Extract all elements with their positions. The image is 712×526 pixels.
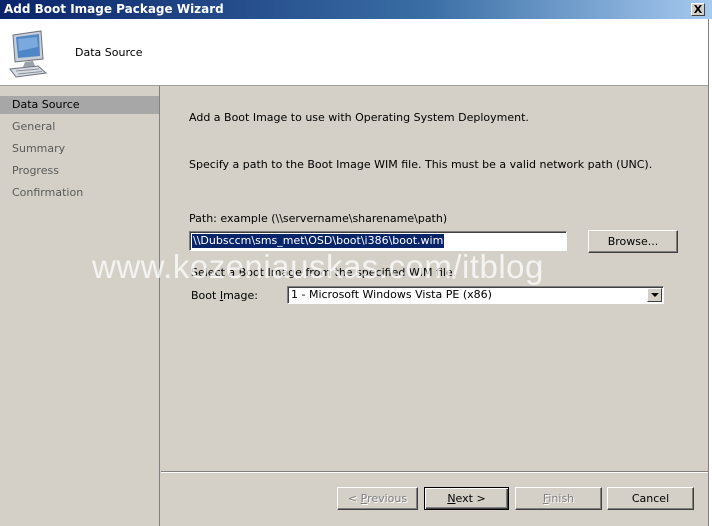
boot-image-label-pre: Boot xyxy=(191,289,220,302)
sidebar-item-general[interactable]: General xyxy=(0,118,159,136)
path-input-value: \\Dubsccm\sms_met\OSD\boot\i386\boot.wim xyxy=(192,234,445,248)
cancel-button-label: Cancel xyxy=(631,492,670,505)
cancel-button[interactable]: Cancel xyxy=(607,487,694,510)
wizard-header: Data Source xyxy=(0,19,708,86)
boot-image-label: Boot Image: xyxy=(191,289,258,302)
boot-image-select-value: 1 - Microsoft Windows Vista PE (x86) xyxy=(291,288,492,301)
previous-button-suffix: revious xyxy=(367,492,408,505)
boot-image-select[interactable]: 1 - Microsoft Windows Vista PE (x86) xyxy=(287,286,664,304)
close-icon: X xyxy=(693,3,703,16)
chevron-down-icon[interactable] xyxy=(647,288,662,302)
next-button-accel: N xyxy=(447,492,456,505)
window-title: Add Boot Image Package Wizard xyxy=(4,2,224,16)
finish-button[interactable]: Finish xyxy=(515,487,602,510)
sidebar-item-label: Confirmation xyxy=(12,186,84,199)
page-title: Data Source xyxy=(75,46,143,59)
footer-divider xyxy=(161,471,708,473)
instruction-text: Specify a path to the Boot Image WIM fil… xyxy=(189,158,653,171)
intro-text: Add a Boot Image to use with Operating S… xyxy=(189,111,529,124)
finish-button-suffix: inish xyxy=(548,492,575,505)
sidebar-item-label: Summary xyxy=(12,142,66,155)
browse-button[interactable]: Browse... xyxy=(588,230,678,253)
watermark-text: www.kozeniauskas.com/itblog xyxy=(92,248,544,285)
sidebar-item-summary[interactable]: Summary xyxy=(0,140,159,158)
next-button-suffix: ext > xyxy=(455,492,486,505)
sidebar-item-label: Progress xyxy=(12,164,59,177)
title-bar[interactable]: Add Boot Image Package Wizard X xyxy=(0,0,712,19)
window-border xyxy=(708,19,712,526)
sidebar-item-confirmation[interactable]: Confirmation xyxy=(0,184,159,202)
sidebar-item-label: Data Source xyxy=(12,98,80,111)
wizard-sidebar: Data Source General Summary Progress Con… xyxy=(0,86,160,526)
previous-button-prefix: < xyxy=(347,492,361,505)
computer-monitor-icon xyxy=(9,30,48,78)
previous-button[interactable]: < Previous xyxy=(337,487,418,510)
sidebar-item-data-source[interactable]: Data Source xyxy=(0,96,159,114)
browse-button-label: Browse... xyxy=(607,235,659,248)
sidebar-item-progress[interactable]: Progress xyxy=(0,162,159,180)
boot-image-label-post: mage: xyxy=(223,289,258,302)
path-label: Path: example (\\servername\sharename\pa… xyxy=(189,212,448,225)
sidebar-item-label: General xyxy=(12,120,56,133)
next-button[interactable]: Next > xyxy=(424,487,509,510)
close-button[interactable]: X xyxy=(691,3,705,16)
